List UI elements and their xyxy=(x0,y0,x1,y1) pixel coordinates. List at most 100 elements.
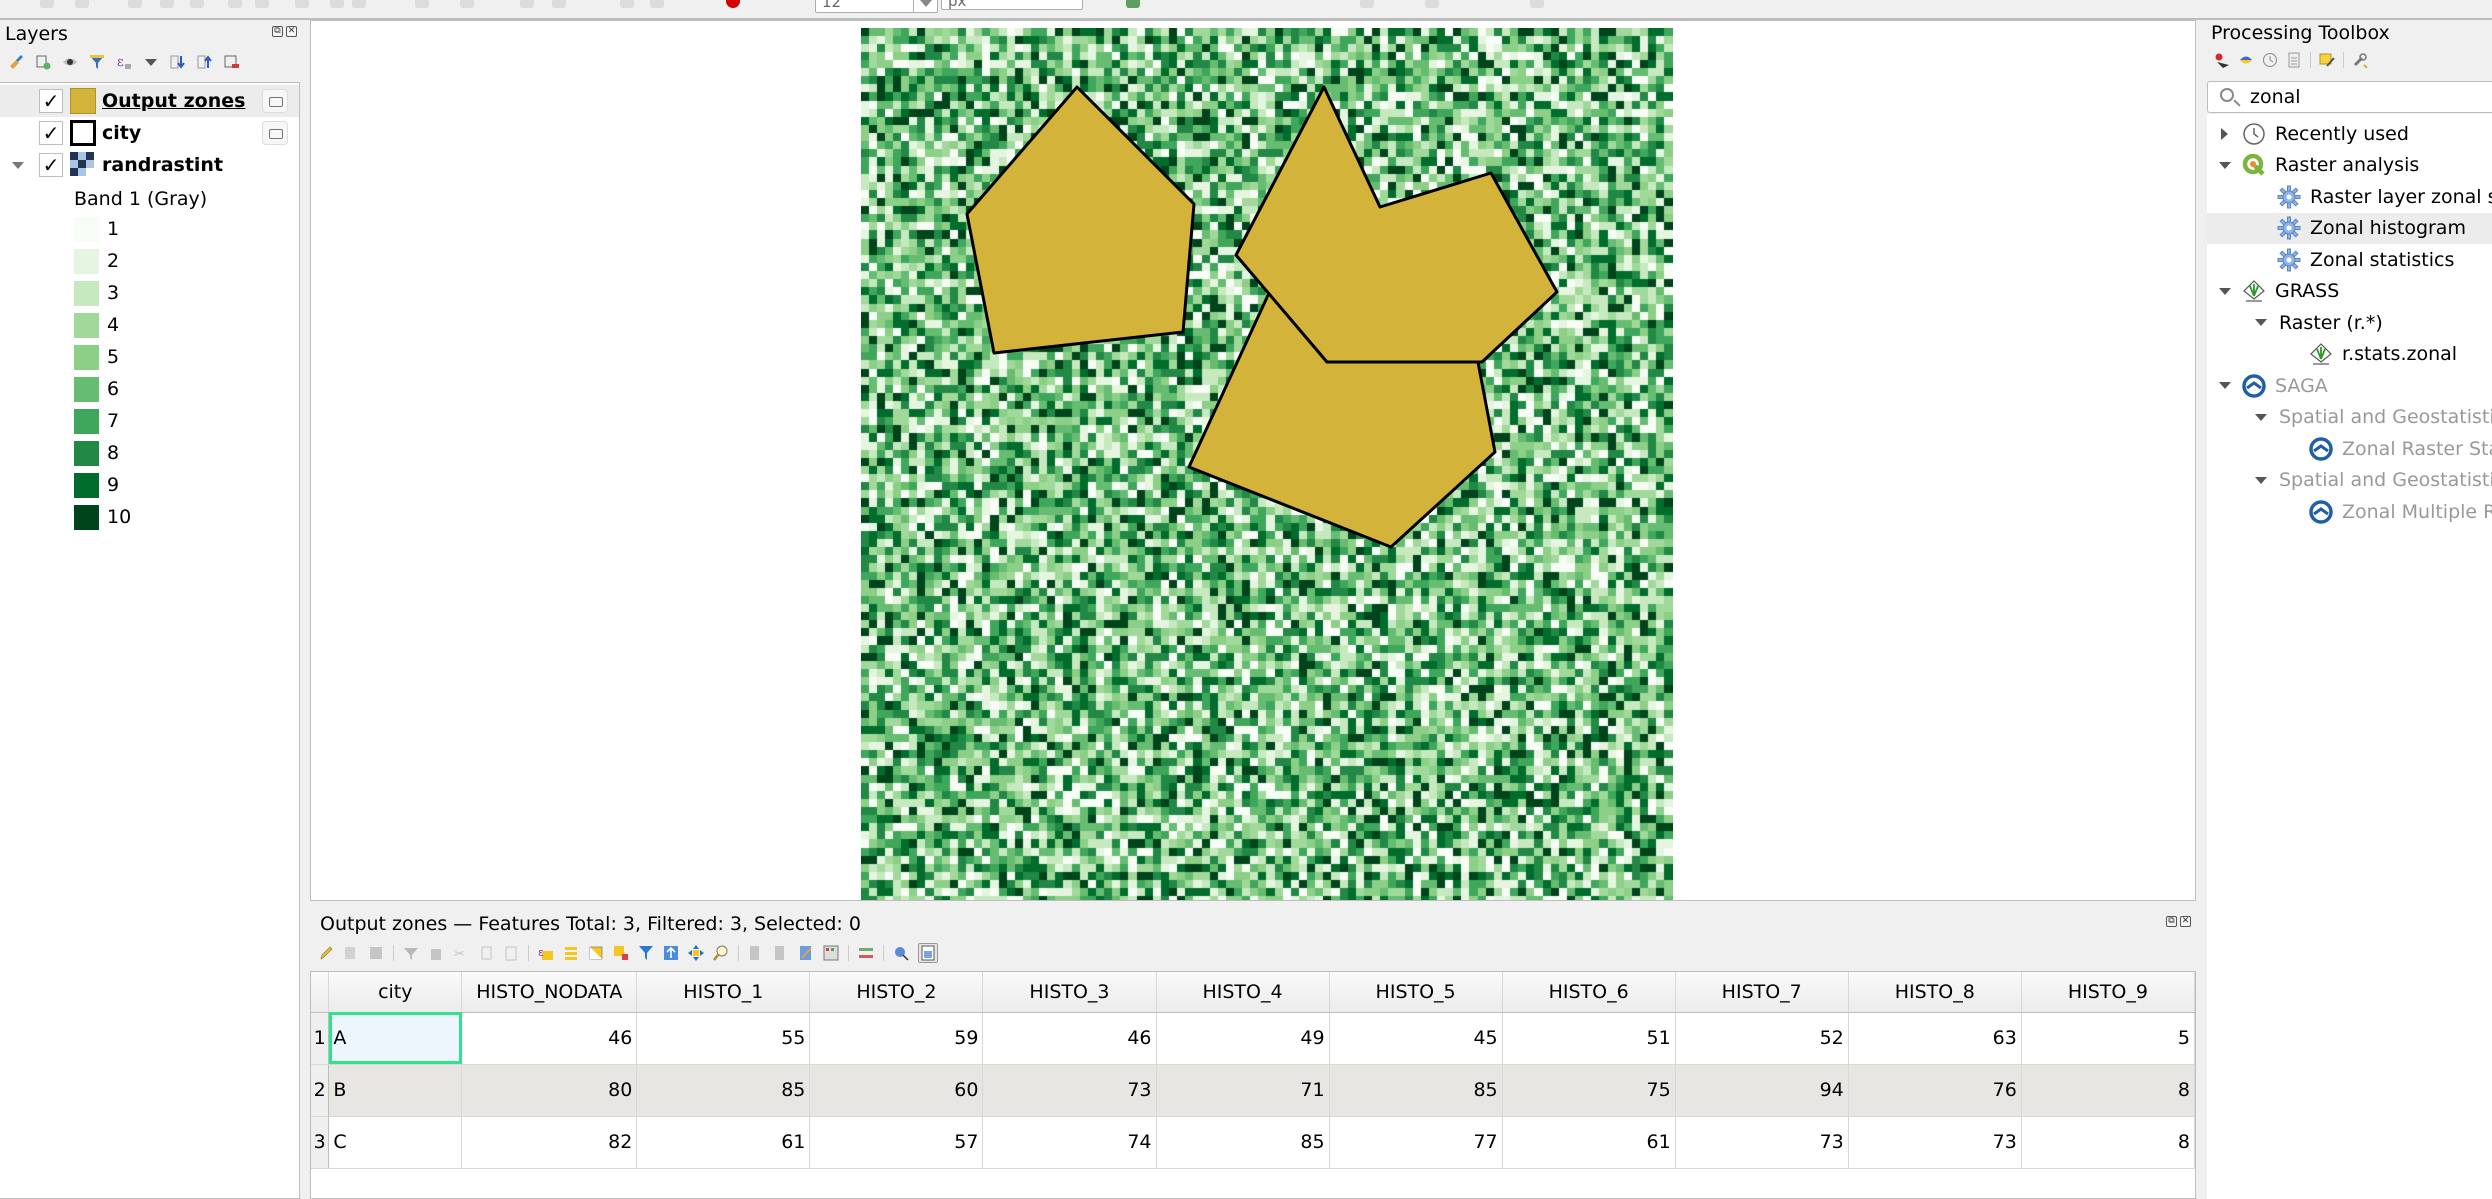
layer-item-city[interactable]: ✓ city xyxy=(0,117,299,149)
table-cell[interactable]: 60 xyxy=(809,1064,984,1117)
table-cell[interactable]: 52 xyxy=(1675,1012,1849,1065)
collapse-arrow-icon[interactable] xyxy=(2255,319,2267,326)
float-panel-icon[interactable]: ⧉ xyxy=(2166,916,2177,927)
edit-features-in-place-icon[interactable] xyxy=(2319,52,2335,68)
close-panel-icon[interactable]: ✕ xyxy=(286,26,297,37)
table-cell[interactable]: 75 xyxy=(1502,1064,1676,1117)
column-header[interactable]: city xyxy=(328,972,463,1013)
algorithm-tree-item[interactable]: r.stats.zonal xyxy=(2207,339,2492,370)
algorithm-tree-item[interactable]: Raster (r.*) xyxy=(2207,307,2492,338)
toolbar-icon[interactable] xyxy=(295,0,309,8)
table-cell[interactable]: 49 xyxy=(1156,1012,1330,1065)
collapse-arrow-icon[interactable] xyxy=(2255,413,2267,421)
table-cell[interactable]: 85 xyxy=(1329,1064,1503,1117)
conditional-formatting-icon[interactable] xyxy=(798,945,814,961)
algorithm-tree-item[interactable]: GRASS xyxy=(2207,276,2492,307)
font-size-combo[interactable]: 12 xyxy=(815,0,938,13)
toolbar-icon[interactable] xyxy=(520,0,534,8)
field-calculator-icon[interactable] xyxy=(823,945,839,961)
column-header[interactable]: HISTO_9 xyxy=(2021,972,2195,1013)
column-header[interactable]: HISTO_7 xyxy=(1675,972,1849,1013)
collapse-arrow-icon[interactable] xyxy=(2255,476,2267,484)
table-cell[interactable]: 46 xyxy=(461,1012,638,1065)
dock-table-icon[interactable] xyxy=(893,945,909,961)
memory-layer-icon[interactable] xyxy=(262,121,288,145)
toolbar-icon[interactable] xyxy=(128,0,142,8)
table-cell[interactable]: 73 xyxy=(1675,1116,1849,1169)
chevron-down-icon[interactable] xyxy=(913,0,937,12)
column-header[interactable]: HISTO_6 xyxy=(1502,972,1676,1013)
close-panel-icon[interactable]: ✕ xyxy=(2180,916,2191,927)
pan-to-selection-icon[interactable] xyxy=(688,945,704,961)
layer-visibility-checkbox[interactable]: ✓ xyxy=(39,89,63,113)
toolbar-icon[interactable] xyxy=(1425,0,1439,8)
table-cell[interactable]: B xyxy=(328,1064,463,1117)
zone-polygon-A[interactable] xyxy=(965,85,1196,355)
filter-selected-icon[interactable] xyxy=(638,945,654,961)
column-header[interactable]: HISTO_8 xyxy=(1848,972,2022,1013)
table-cell[interactable]: 55 xyxy=(636,1012,811,1065)
collapse-arrow-icon[interactable] xyxy=(2219,382,2231,389)
table-cell[interactable]: C xyxy=(328,1116,463,1169)
select-all-icon[interactable] xyxy=(563,945,579,961)
table-cell[interactable]: 46 xyxy=(982,1012,1157,1065)
toolbar-icon[interactable] xyxy=(1126,0,1140,8)
results-viewer-icon[interactable] xyxy=(2286,52,2302,68)
collapse-all-icon[interactable] xyxy=(197,54,213,70)
algorithm-tree-item[interactable]: Recently used xyxy=(2207,118,2492,149)
multi-edit-icon[interactable] xyxy=(343,945,359,961)
deselect-all-icon[interactable] xyxy=(613,945,629,961)
algorithm-tree-item[interactable]: Zonal statistics xyxy=(2207,244,2492,275)
algorithm-search-input-wrap[interactable] xyxy=(2207,81,2492,113)
expression-filter-icon[interactable]: ε xyxy=(116,54,132,70)
column-header[interactable]: HISTO_NODATA xyxy=(461,972,638,1013)
delete-feature-icon[interactable] xyxy=(428,945,444,961)
table-cell[interactable]: 77 xyxy=(1329,1116,1503,1169)
row-number[interactable]: 3 xyxy=(311,1116,330,1169)
table-corner-button[interactable] xyxy=(311,972,330,1013)
toolbar-icon[interactable] xyxy=(460,0,474,8)
table-cell[interactable]: 94 xyxy=(1675,1064,1849,1117)
layer-item-output-zones[interactable]: ✓ Output zones xyxy=(0,85,299,117)
table-cell[interactable]: 82 xyxy=(461,1116,638,1169)
table-cell[interactable]: 80 xyxy=(461,1064,638,1117)
table-cell[interactable]: 61 xyxy=(1502,1116,1676,1169)
cut-icon[interactable]: ✂ xyxy=(453,945,469,962)
algorithm-tree-item[interactable]: Zonal Multiple Regression Analysis xyxy=(2207,496,2492,527)
chevron-down-icon[interactable] xyxy=(143,54,159,70)
move-selection-to-top-icon[interactable] xyxy=(663,945,679,961)
panel-splitter[interactable] xyxy=(300,22,310,1199)
algorithm-search-input[interactable] xyxy=(2250,85,2492,109)
select-by-expression-icon[interactable]: ε xyxy=(538,945,554,961)
toolbar-icon[interactable] xyxy=(1360,0,1374,8)
table-row[interactable]: 3 C 82 61 57 74 85 77 61 73 73 8 xyxy=(311,1116,2195,1169)
expand-all-icon[interactable] xyxy=(170,54,186,70)
toolbar-icon[interactable] xyxy=(552,0,566,8)
filter-icon[interactable] xyxy=(89,54,105,70)
table-cell[interactable]: 85 xyxy=(636,1064,811,1117)
table-cell[interactable]: 45 xyxy=(1329,1012,1503,1065)
collapse-arrow-icon[interactable] xyxy=(2219,287,2231,295)
table-cell[interactable]: 8 xyxy=(2021,1116,2195,1169)
toolbar-icon[interactable] xyxy=(352,0,366,8)
remove-layer-icon[interactable] xyxy=(224,54,240,70)
add-feature-icon[interactable] xyxy=(403,945,419,961)
new-field-icon[interactable] xyxy=(748,945,764,961)
map-canvas[interactable] xyxy=(310,20,2196,901)
algorithm-tree-item[interactable]: Raster layer zonal statistics xyxy=(2207,181,2492,212)
options-icon[interactable] xyxy=(2352,52,2368,69)
collapse-arrow-icon[interactable] xyxy=(2219,161,2231,169)
float-panel-icon[interactable]: ⧉ xyxy=(272,26,283,37)
add-group-icon[interactable] xyxy=(35,54,51,70)
table-cell[interactable]: 5 xyxy=(2021,1012,2195,1065)
row-number[interactable]: 1 xyxy=(311,1012,330,1065)
table-cell[interactable]: 73 xyxy=(982,1064,1157,1117)
table-cell[interactable]: A xyxy=(328,1012,463,1065)
toolbar-icon[interactable] xyxy=(620,0,634,8)
expand-arrow-icon[interactable] xyxy=(2221,127,2228,140)
toolbar-icon[interactable] xyxy=(330,0,344,8)
column-header[interactable]: HISTO_2 xyxy=(809,972,984,1013)
table-cell[interactable]: 8 xyxy=(2021,1064,2195,1117)
algorithm-tree-item[interactable]: Spatial and Geostatistics - Points xyxy=(2207,465,2492,496)
column-header[interactable]: HISTO_5 xyxy=(1329,972,1503,1013)
